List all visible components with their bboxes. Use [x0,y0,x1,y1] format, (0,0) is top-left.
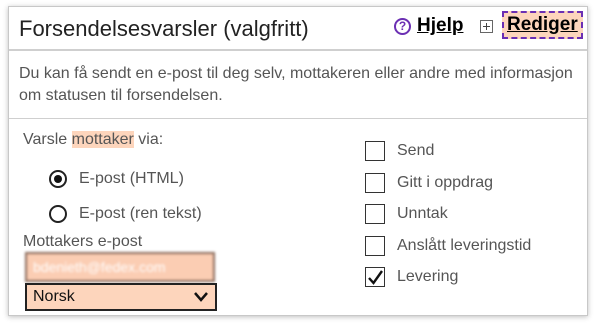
checkbox-assigned[interactable] [365,173,385,193]
checkbox-label-send: Send [397,142,435,159]
notify-recipient-label: Varsle mottaker via: [23,131,163,149]
recipient-email-label: Mottakers e-post [23,233,143,250]
checkbox-send[interactable] [365,141,385,161]
expand-icon[interactable] [480,20,493,33]
radio-label-html: E-post (HTML) [79,170,184,187]
event-checkbox-estimated-delivery[interactable]: Anslått leveringstid [365,234,531,258]
chevron-down-icon [194,292,208,302]
checkbox-delivery[interactable] [365,267,385,287]
event-checkbox-send[interactable]: Send [365,139,434,163]
panel-title: Forsendelsesvarsler (valgfritt) [19,16,309,41]
recipient-email-input[interactable] [25,252,215,282]
description-text: Du kan få sendt en e-post til deg selv, … [9,51,587,119]
language-select-value: Norsk [33,288,75,305]
help-icon[interactable]: ? [394,18,411,35]
checkbox-exception[interactable] [365,204,385,224]
checkmark-icon [368,270,383,285]
radio-option-plain-text[interactable]: E-post (ren tekst) [49,203,202,225]
notify-suffix: via: [133,131,164,148]
event-checkbox-delivery[interactable]: Levering [365,265,458,289]
checkbox-label-assigned: Gitt i oppdrag [397,174,494,191]
radio-html[interactable] [49,170,67,188]
help-link[interactable]: Hjelp [417,15,463,37]
checkbox-label-exception: Unntak [397,205,448,222]
notify-prefix: Varsle [23,131,72,148]
radio-option-html[interactable]: E-post (HTML) [49,168,184,190]
checkbox-label-estimated-delivery: Anslått leveringstid [397,237,532,254]
radio-plain-text[interactable] [49,205,67,223]
event-checkbox-exception[interactable]: Unntak [365,202,448,226]
edit-link[interactable]: Rediger [502,11,583,39]
radio-label-plain-text: E-post (ren tekst) [79,205,202,222]
notify-highlight: mottaker [71,131,134,148]
checkbox-estimated-delivery[interactable] [365,236,385,256]
language-select[interactable]: Norsk [25,283,217,311]
shipment-notifications-panel: Forsendelsesvarsler (valgfritt) ? Hjelp … [8,6,588,316]
panel-header: Forsendelsesvarsler (valgfritt) ? Hjelp … [9,7,587,51]
event-checkbox-assigned[interactable]: Gitt i oppdrag [365,171,493,195]
checkbox-label-delivery: Levering [397,268,459,285]
